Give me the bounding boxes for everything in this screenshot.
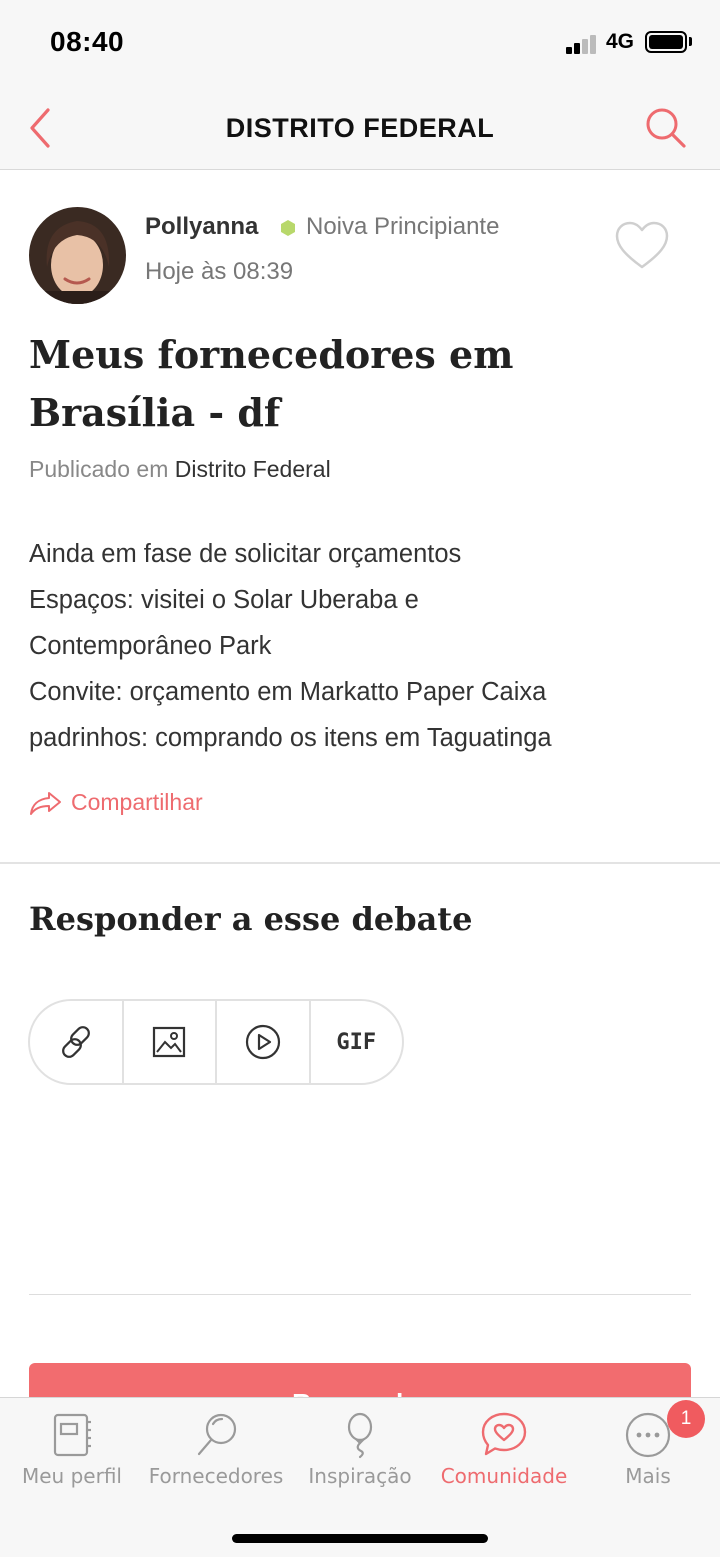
post-time: Hoje às 08:39 [145, 258, 294, 285]
tab-bar: Meu perfil Fornecedores Inspiração Comun… [0, 1397, 720, 1557]
more-dots-icon [625, 1412, 671, 1458]
insert-image-button[interactable] [124, 1001, 217, 1083]
share-button[interactable]: Compartilhar [29, 789, 203, 816]
author-rank: Noiva Principiante [280, 213, 499, 241]
balloon-icon [347, 1412, 373, 1459]
rank-hexagon-icon [281, 220, 295, 236]
tab-fornecedores[interactable]: Fornecedores [144, 1398, 288, 1498]
reply-title: Responder a esse debate [29, 900, 473, 938]
published-in: Publicado em Distrito Federal [29, 456, 331, 483]
battery-icon [645, 31, 687, 53]
like-button[interactable] [614, 220, 670, 272]
tab-label: Inspiração [308, 1464, 412, 1488]
divider [0, 862, 720, 864]
published-prefix: Publicado em [29, 456, 169, 482]
post-title: Meus fornecedores em Brasília - df [29, 332, 514, 435]
status-time: 08:40 [50, 26, 125, 57]
chat-heart-icon [481, 1412, 527, 1456]
page-title: DISTRITO FEDERAL [225, 113, 495, 143]
insert-link-button[interactable] [30, 1001, 124, 1083]
author-name[interactable]: Pollyanna [145, 213, 258, 241]
search-icon [646, 108, 686, 148]
notification-badge: 1 [667, 1400, 705, 1438]
tab-label: Comunidade [440, 1464, 568, 1488]
status-bar: 08:40 4G [0, 0, 720, 88]
post-body-line: padrinhos: comprando os itens em Taguati… [29, 724, 552, 752]
share-arrow-icon [30, 791, 61, 815]
post-body-line: Ainda em fase de solicitar orçamentos [29, 540, 462, 568]
forum-link[interactable]: Distrito Federal [175, 456, 331, 482]
avatar-photo [29, 207, 126, 304]
heart-icon [615, 221, 669, 269]
signal-icon [566, 34, 600, 54]
tab-meu-perfil[interactable]: Meu perfil [0, 1398, 144, 1498]
tab-label: Mais [625, 1464, 671, 1488]
tab-label: Meu perfil [22, 1464, 122, 1488]
insert-gif-button[interactable]: GIF [311, 1001, 403, 1083]
insert-video-button[interactable] [217, 1001, 311, 1083]
tab-label: Fornecedores [148, 1464, 284, 1488]
battery-tip [689, 37, 692, 46]
editor-divider [29, 1294, 691, 1295]
avatar[interactable] [29, 207, 126, 304]
network-label: 4G [606, 30, 635, 53]
tab-comunidade[interactable]: Comunidade [432, 1398, 576, 1498]
post-body: Ainda em fase de solicitar orçamentos Es… [29, 531, 699, 761]
magnifier-icon [197, 1413, 237, 1456]
tab-inspiracao[interactable]: Inspiração [288, 1398, 432, 1498]
reply-toolbar: GIF [28, 999, 404, 1085]
gif-label: GIF [336, 1029, 377, 1055]
notebook-icon [53, 1413, 91, 1457]
nav-bar: DISTRITO FEDERAL [0, 88, 720, 170]
home-indicator[interactable] [232, 1534, 488, 1543]
search-button[interactable] [640, 102, 692, 154]
image-icon [153, 1026, 186, 1058]
post-body-line: Contemporâneo Park [29, 632, 272, 660]
share-label: Compartilhar [71, 789, 203, 815]
post-body-line: Convite: orçamento em Markatto Paper Cai… [29, 678, 547, 706]
link-icon [61, 1026, 90, 1058]
post-body-line: Espaços: visitei o Solar Uberaba e [29, 586, 419, 614]
play-icon [245, 1024, 280, 1060]
rank-label: Noiva Principiante [306, 213, 500, 240]
